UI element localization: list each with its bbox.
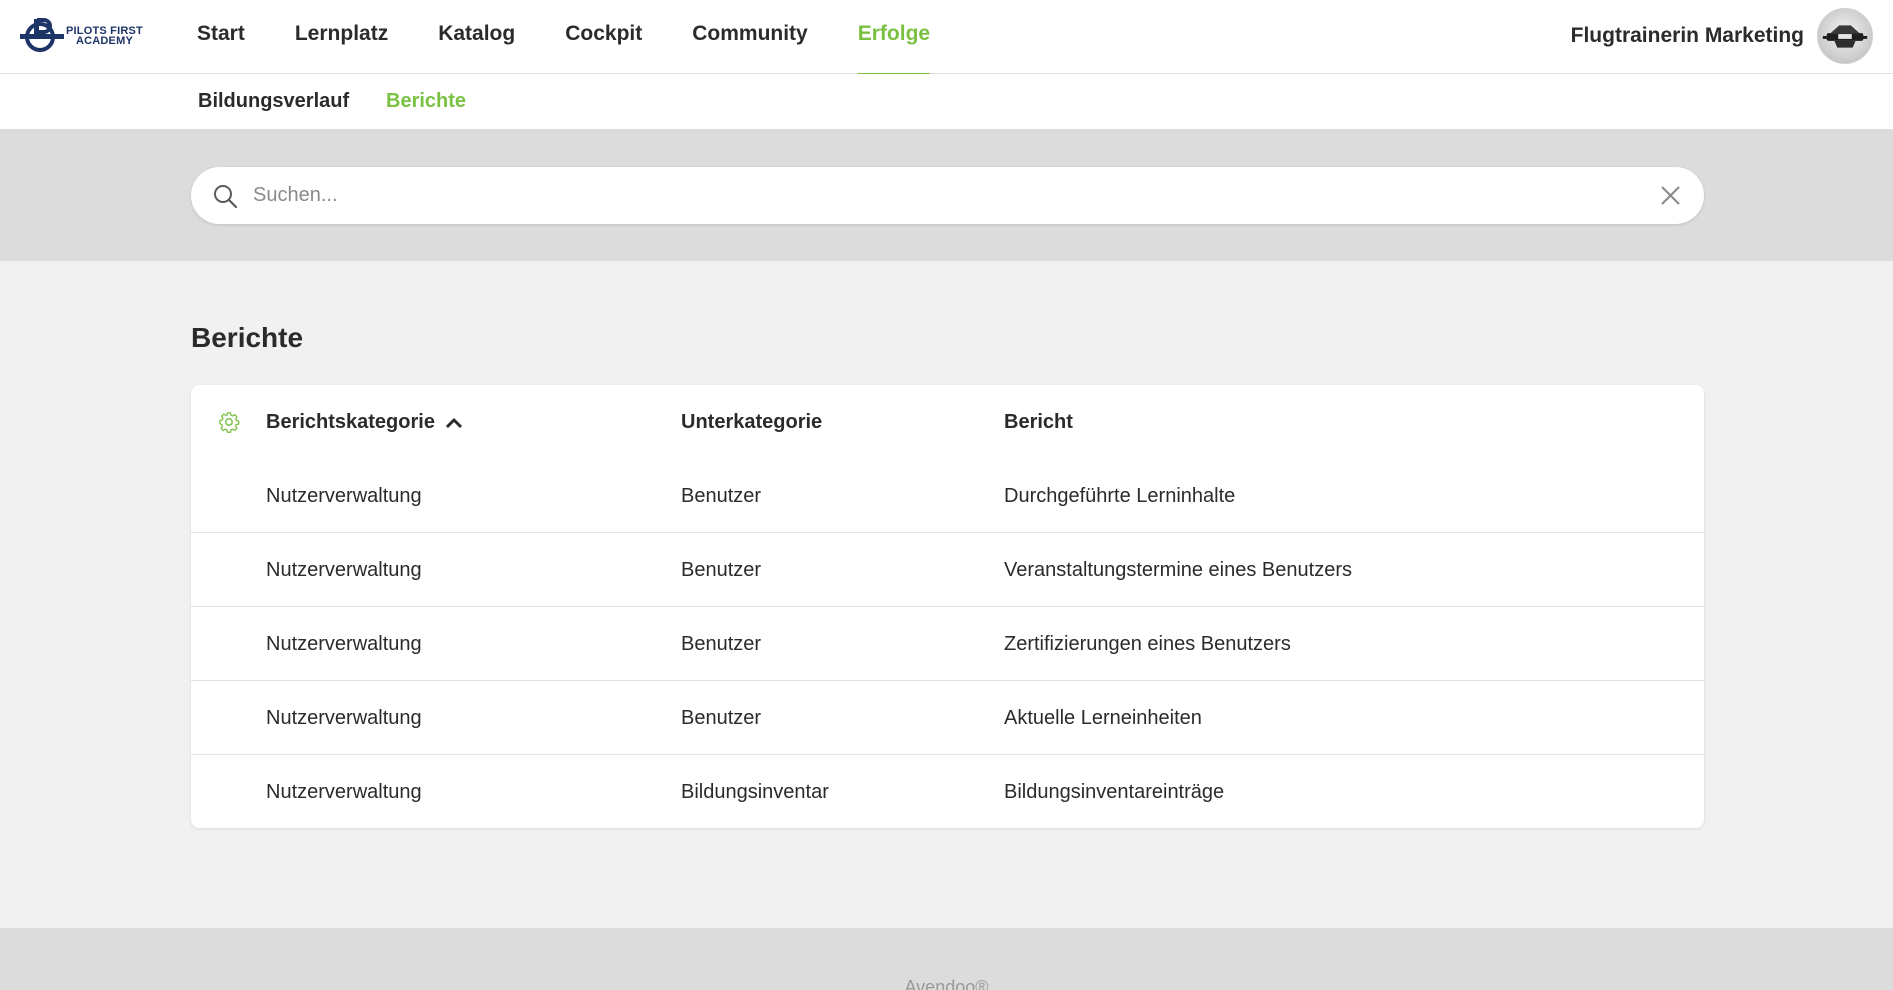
- cell-category: Nutzerverwaltung: [266, 781, 422, 803]
- table-header: Berichtskategorie Unterkategorie Bericht: [191, 385, 1704, 459]
- cell-report: Bildungsinventareinträge: [1004, 781, 1225, 803]
- nav-item-erfolge[interactable]: Erfolge: [833, 0, 955, 75]
- pilots-first-academy-logo[interactable]: PILOTS FIRST ACADEMY: [20, 16, 162, 56]
- search-box[interactable]: [191, 167, 1704, 224]
- cell-category: Nutzerverwaltung: [266, 633, 422, 655]
- subnav-item-berichte[interactable]: Berichte: [386, 74, 466, 129]
- cell-category: Nutzerverwaltung: [266, 485, 422, 507]
- footer: Avendoo®: [0, 928, 1893, 990]
- close-icon[interactable]: [1659, 184, 1682, 207]
- column-header-label: Berichtskategorie: [266, 411, 435, 433]
- logo-text: PILOTS FIRST ACADEMY: [66, 26, 143, 47]
- chevron-up-icon: [445, 418, 463, 428]
- top-navigation-bar: PILOTS FIRST ACADEMY Start Lernplatz Kat…: [0, 0, 1893, 75]
- column-header-label: Unterkategorie: [681, 411, 823, 433]
- sub-navigation: Bildungsverlauf Berichte: [0, 74, 1893, 129]
- nav-item-katalog[interactable]: Katalog: [413, 0, 540, 74]
- logo-line-2: ACADEMY: [75, 35, 133, 47]
- avatar[interactable]: [1817, 8, 1873, 64]
- gear-icon[interactable]: [218, 411, 240, 433]
- cell-subcategory: Benutzer: [681, 485, 762, 507]
- footer-copyright: Avendoo®: [904, 977, 989, 990]
- cell-category: Nutzerverwaltung: [266, 559, 422, 581]
- search-section: [0, 129, 1893, 261]
- cell-report: Aktuelle Lerneinheiten: [1004, 707, 1202, 729]
- cell-category: Nutzerverwaltung: [266, 707, 422, 729]
- subnav-item-bildungsverlauf[interactable]: Bildungsverlauf: [198, 74, 349, 129]
- nav-item-cockpit[interactable]: Cockpit: [540, 0, 667, 74]
- page-title: Berichte: [191, 322, 304, 353]
- logo-mark-icon: [20, 18, 64, 52]
- search-input[interactable]: [253, 177, 1633, 214]
- column-header-label: Bericht: [1004, 411, 1073, 433]
- table-row[interactable]: Nutzerverwaltung Bildungsinventar Bildun…: [191, 755, 1704, 829]
- nav-item-community[interactable]: Community: [667, 0, 833, 74]
- cell-report: Zertifizierungen eines Benutzers: [1004, 633, 1291, 655]
- user-name[interactable]: Flugtrainerin Marketing: [1571, 24, 1804, 48]
- table-row[interactable]: Nutzerverwaltung Benutzer Aktuelle Lerne…: [191, 681, 1704, 755]
- column-header-unterkategorie[interactable]: Unterkategorie: [681, 411, 822, 434]
- cell-subcategory: Benutzer: [681, 559, 762, 581]
- cell-subcategory: Bildungsinventar: [681, 781, 829, 803]
- table-row[interactable]: Nutzerverwaltung Benutzer Zertifizierung…: [191, 607, 1704, 681]
- nav-item-lernplatz[interactable]: Lernplatz: [270, 0, 413, 74]
- table-row[interactable]: Nutzerverwaltung Benutzer Durchgeführte …: [191, 459, 1704, 533]
- table-row[interactable]: Nutzerverwaltung Benutzer Veranstaltungs…: [191, 533, 1704, 607]
- column-header-bericht[interactable]: Bericht: [1004, 411, 1073, 434]
- airplane-avatar-icon: [1822, 25, 1868, 48]
- search-icon: [214, 185, 238, 209]
- cell-subcategory: Benutzer: [681, 707, 762, 729]
- column-header-berichtskategorie[interactable]: Berichtskategorie: [266, 411, 464, 434]
- cell-subcategory: Benutzer: [681, 633, 762, 655]
- cell-report: Durchgeführte Lerninhalte: [1004, 485, 1236, 507]
- reports-table: Berichtskategorie Unterkategorie Bericht…: [191, 385, 1704, 828]
- user-menu[interactable]: Flugtrainerin Marketing: [1571, 7, 1873, 65]
- main-navigation: Start Lernplatz Katalog Cockpit Communit…: [172, 0, 955, 75]
- cell-report: Veranstaltungstermine eines Benutzers: [1004, 559, 1352, 581]
- nav-item-start[interactable]: Start: [172, 0, 270, 74]
